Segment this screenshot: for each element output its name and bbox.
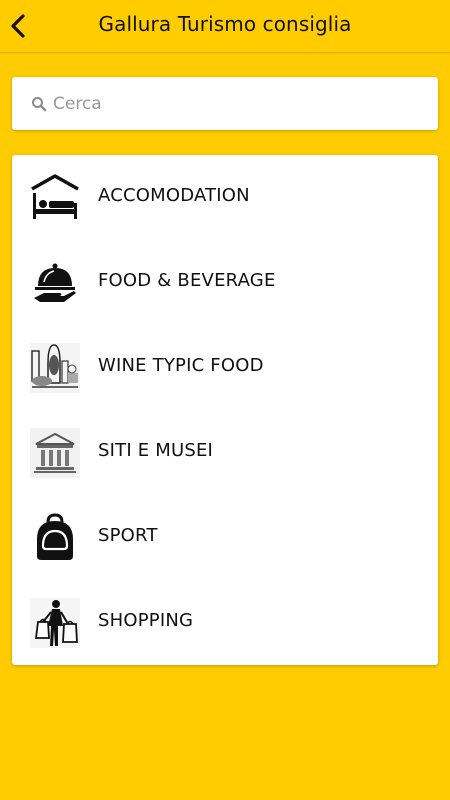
list-item-accomodation[interactable]: ACCOMODATION xyxy=(12,155,438,240)
list-item-siti-e-musei[interactable]: SITI E MUSEI xyxy=(12,410,438,495)
category-label: SITI E MUSEI xyxy=(98,440,214,461)
category-label: SPORT xyxy=(98,525,158,546)
hotel-bed-icon xyxy=(31,174,79,219)
category-label: SHOPPING xyxy=(98,610,194,631)
list-item-wine-typic-food[interactable]: WINE TYPIC FOOD xyxy=(12,325,438,410)
category-label: WINE TYPIC FOOD xyxy=(98,355,264,376)
category-label: FOOD & BEVERAGE xyxy=(98,270,276,291)
category-label: ACCOMODATION xyxy=(98,185,250,206)
search-bar[interactable] xyxy=(12,77,438,130)
backpack-icon xyxy=(37,513,73,560)
app-bar: Gallura Turismo consiglia xyxy=(0,0,450,53)
shopping-bags-icon xyxy=(30,598,80,648)
list-item-food-beverage[interactable]: FOOD & BEVERAGE xyxy=(12,240,438,325)
wine-food-icon xyxy=(30,343,80,393)
museum-icon xyxy=(30,428,80,478)
list-item-sport[interactable]: SPORT xyxy=(12,495,438,580)
search-input[interactable] xyxy=(53,77,423,130)
list-item-shopping[interactable]: SHOPPING xyxy=(12,580,438,665)
category-list: ACCOMODATION FOOD & BEVERAGE WINE TYPIC … xyxy=(12,155,438,665)
search-icon xyxy=(32,97,47,112)
page-title: Gallura Turismo consiglia xyxy=(98,12,352,36)
food-cloche-icon xyxy=(30,258,80,308)
